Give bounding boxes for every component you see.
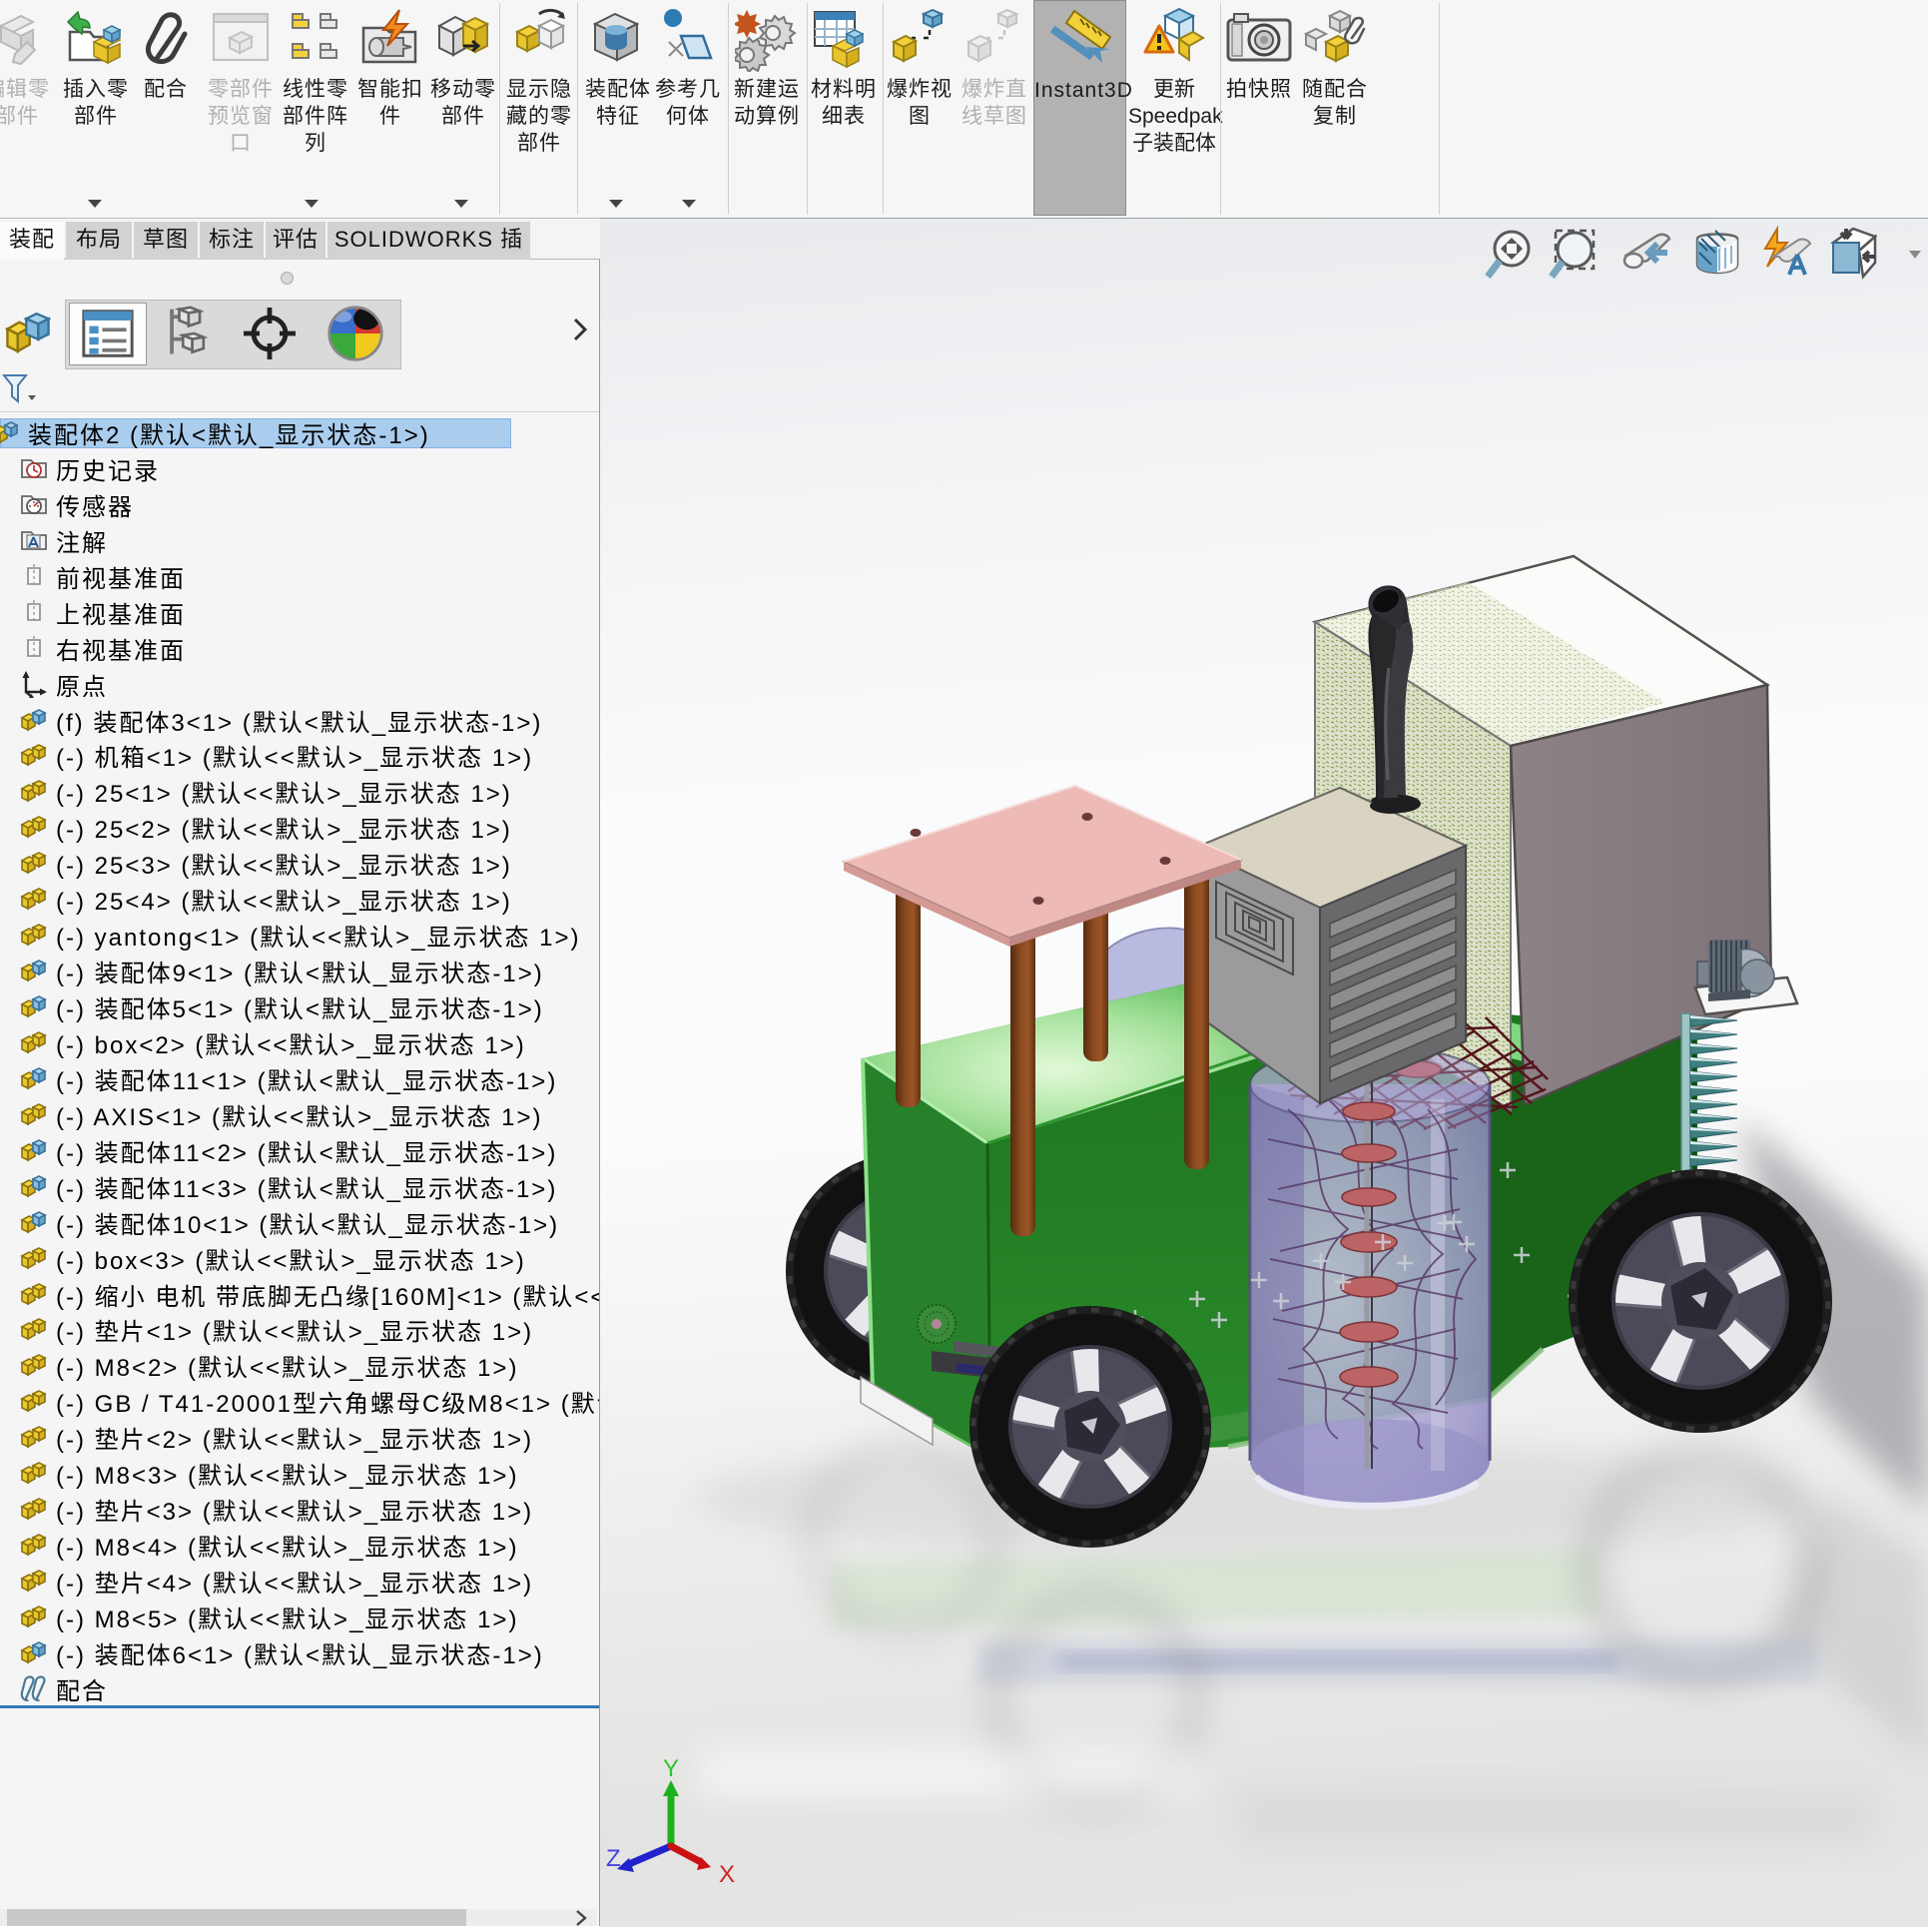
svg-text:X: X (719, 1861, 735, 1888)
svg-text:Z: Z (606, 1845, 621, 1872)
svg-text:Y: Y (663, 1755, 679, 1782)
